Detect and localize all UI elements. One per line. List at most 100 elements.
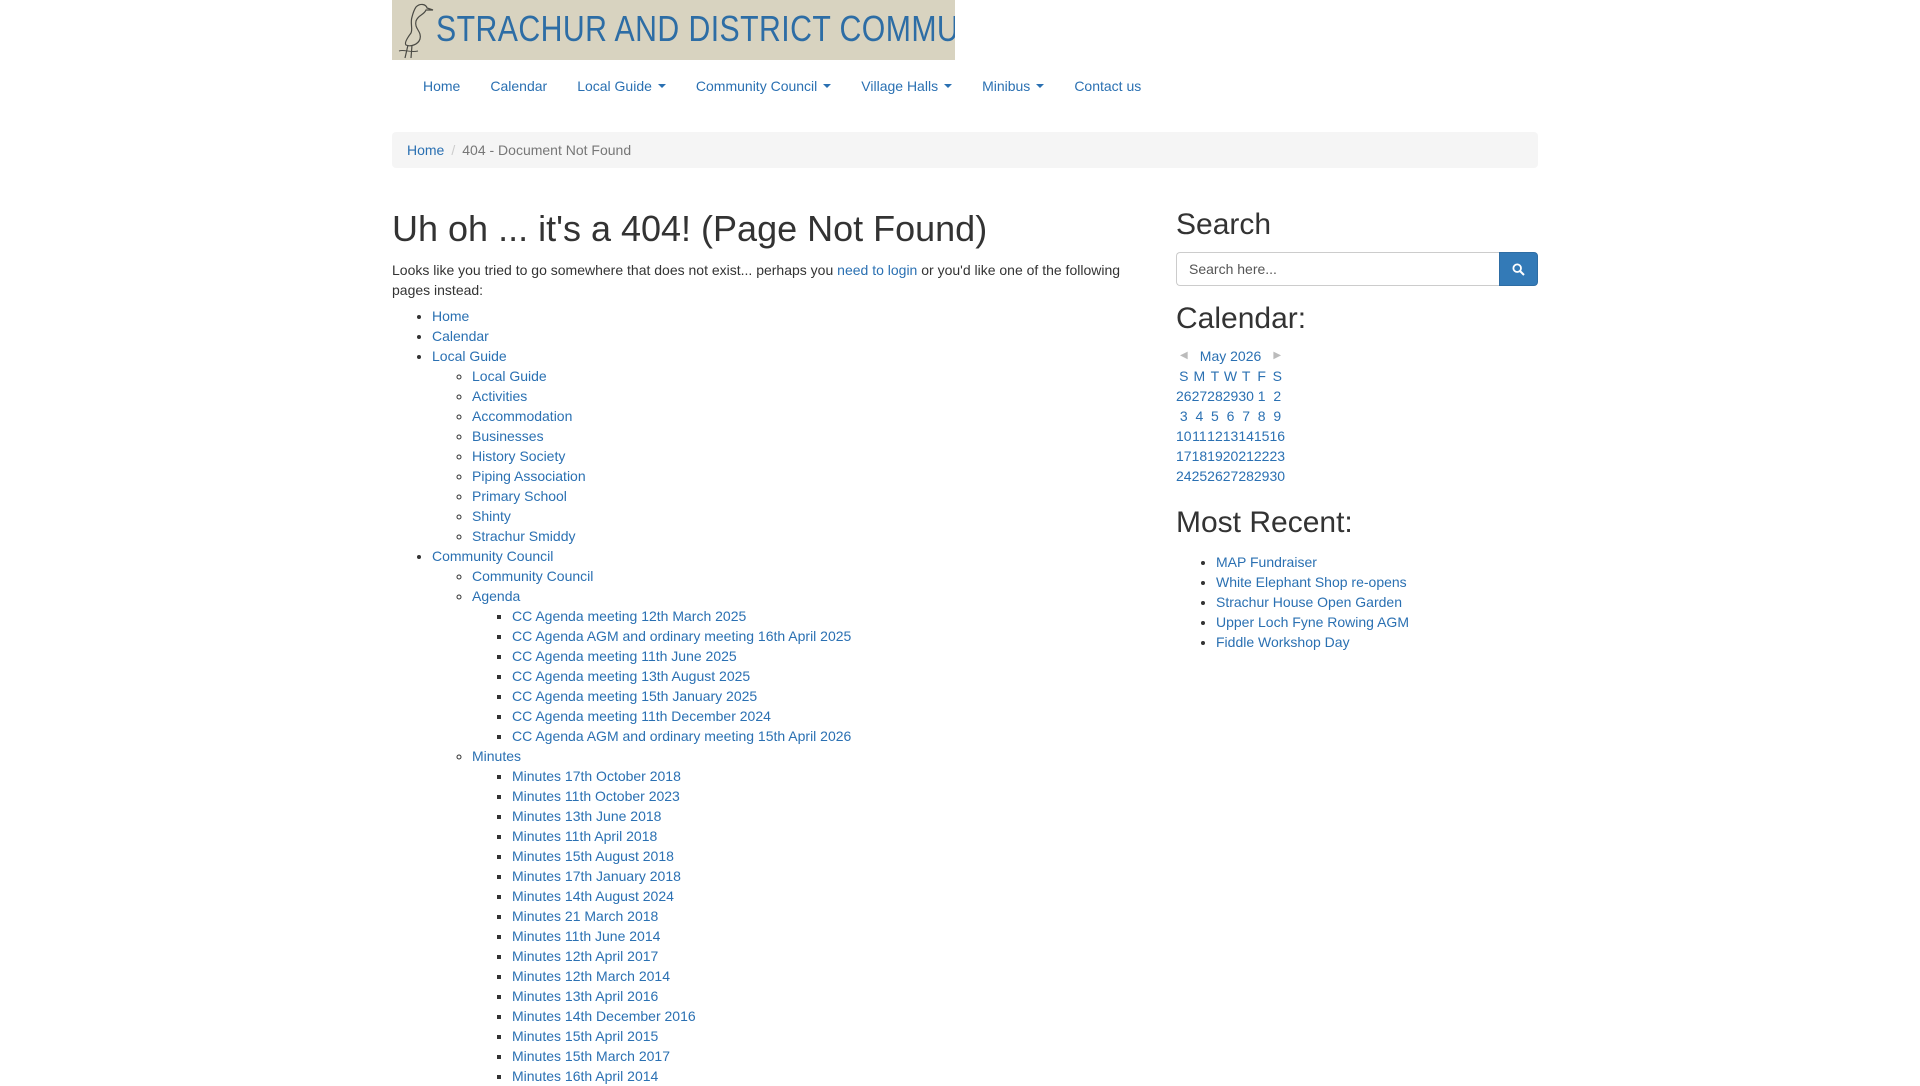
breadcrumb-home[interactable]: Home <box>407 142 444 158</box>
calendar-day[interactable]: 13 <box>1223 426 1239 446</box>
caret-right-icon[interactable]: ▶ <box>1269 346 1285 366</box>
calendar-day[interactable]: 6 <box>1223 406 1239 426</box>
sitemap-link[interactable]: Businesses <box>472 428 544 444</box>
calendar-day[interactable]: 8 <box>1254 406 1270 426</box>
sitemap-link[interactable]: Community Council <box>472 568 593 584</box>
sitemap-link[interactable]: Minutes 14th December 2016 <box>512 1008 696 1024</box>
sitemap-link[interactable]: Minutes 12th March 2014 <box>512 968 670 984</box>
calendar-day[interactable]: 30 <box>1238 386 1254 406</box>
search-heading: Search <box>1176 208 1272 241</box>
calendar-month-link[interactable]: May 2026 <box>1200 348 1261 364</box>
sitemap-link[interactable]: Local Guide <box>432 348 507 364</box>
calendar-month[interactable]: May 2026 <box>1192 346 1270 366</box>
sitemap-link[interactable]: Shinty <box>472 508 511 524</box>
sitemap-link[interactable]: Minutes 17th October 2018 <box>512 768 681 784</box>
calendar-day[interactable]: 24 <box>1176 466 1192 486</box>
search-button[interactable] <box>1499 252 1538 286</box>
sitemap-link[interactable]: Minutes 11th April 2018 <box>512 828 657 844</box>
sitemap-link[interactable]: Minutes 13th April 2016 <box>512 988 658 1004</box>
calendar-day[interactable]: 21 <box>1238 446 1254 466</box>
calendar-day[interactable]: 5 <box>1207 406 1223 426</box>
recent-link[interactable]: Fiddle Workshop Day <box>1216 634 1350 650</box>
sitemap-link[interactable]: History Society <box>472 448 565 464</box>
list-item: Minutes 15th August 2018 <box>512 846 1154 866</box>
list-item: Strachur Smiddy <box>472 526 1154 546</box>
recent-link[interactable]: White Elephant Shop re-opens <box>1216 574 1407 590</box>
sitemap-link[interactable]: Minutes 11th October 2023 <box>512 788 680 804</box>
sitemap-link[interactable]: Minutes <box>472 748 521 764</box>
sitemap-link[interactable]: CC Agenda meeting 13th August 2025 <box>512 668 750 684</box>
sitemap-link[interactable]: CC Agenda meeting 11th December 2024 <box>512 708 771 724</box>
calendar-day[interactable]: 23 <box>1269 446 1285 466</box>
list-item: CC Agenda meeting 11th December 2024 <box>512 706 1154 726</box>
nav-local-guide[interactable]: Local Guide <box>562 76 681 96</box>
calendar-day[interactable]: 29 <box>1254 466 1270 486</box>
calendar-day[interactable]: 3 <box>1176 406 1192 426</box>
calendar-day[interactable]: 12 <box>1207 426 1223 446</box>
calendar-day[interactable]: 9 <box>1269 406 1285 426</box>
calendar-day[interactable]: 1 <box>1254 386 1270 406</box>
sitemap-link[interactable]: Minutes 21 March 2018 <box>512 908 658 924</box>
sitemap-link[interactable]: CC Agenda meeting 12th March 2025 <box>512 608 746 624</box>
sitemap-link[interactable]: Calendar <box>432 328 489 344</box>
calendar-day[interactable]: 28 <box>1207 386 1223 406</box>
nav-minibus[interactable]: Minibus <box>967 76 1059 96</box>
sitemap-link[interactable]: Strachur Smiddy <box>472 528 575 544</box>
nav-village-halls[interactable]: Village Halls <box>846 76 967 96</box>
calendar-day[interactable]: 10 <box>1176 426 1192 446</box>
calendar-day[interactable]: 14 <box>1238 426 1254 446</box>
sitemap-link[interactable]: Accommodation <box>472 408 572 424</box>
sitemap-link[interactable]: Primary School <box>472 488 567 504</box>
calendar-day[interactable]: 19 <box>1207 446 1223 466</box>
calendar-day[interactable]: 2 <box>1269 386 1285 406</box>
calendar-day[interactable]: 11 <box>1192 426 1208 446</box>
calendar-day[interactable]: 27 <box>1223 466 1239 486</box>
sitemap-link[interactable]: Minutes 17th January 2018 <box>512 868 681 884</box>
calendar-day[interactable]: 15 <box>1254 426 1270 446</box>
recent-link[interactable]: Upper Loch Fyne Rowing AGM <box>1216 614 1409 630</box>
caret-left-icon[interactable]: ◀ <box>1176 346 1192 366</box>
calendar-day[interactable]: 20 <box>1223 446 1239 466</box>
nav-contact-us[interactable]: Contact us <box>1059 76 1156 96</box>
recent-link[interactable]: Strachur House Open Garden <box>1216 594 1402 610</box>
sitemap-link[interactable]: Minutes 15th April 2015 <box>512 1028 658 1044</box>
sitemap-link[interactable]: Piping Association <box>472 468 586 484</box>
calendar-day[interactable]: 28 <box>1238 466 1254 486</box>
nav-home[interactable]: Home <box>408 76 475 96</box>
calendar-day[interactable]: 18 <box>1192 446 1208 466</box>
sitemap-link[interactable]: Community Council <box>432 548 553 564</box>
sitemap-link[interactable]: CC Agenda meeting 11th June 2025 <box>512 648 737 664</box>
site-banner[interactable]: STRACHUR AND DISTRICT COMMUNITY <box>392 0 955 60</box>
sitemap-link[interactable]: Minutes 15th August 2018 <box>512 848 674 864</box>
calendar-day[interactable]: 22 <box>1254 446 1270 466</box>
calendar-day[interactable]: 16 <box>1269 426 1285 446</box>
sitemap-link[interactable]: Local Guide <box>472 368 547 384</box>
recent-link[interactable]: MAP Fundraiser <box>1216 554 1317 570</box>
sitemap-link[interactable]: Minutes 13th June 2018 <box>512 808 661 824</box>
sitemap-link[interactable]: Agenda <box>472 588 520 604</box>
sitemap-link[interactable]: Minutes 11th June 2014 <box>512 928 660 944</box>
calendar-day[interactable]: 26 <box>1207 466 1223 486</box>
sitemap-link[interactable]: Home <box>432 308 469 324</box>
sitemap-link[interactable]: Minutes 12th April 2017 <box>512 948 658 964</box>
sitemap-link[interactable]: Minutes 14th August 2024 <box>512 888 674 904</box>
sitemap-link[interactable]: Minutes 16th April 2014 <box>512 1068 658 1084</box>
sitemap-link[interactable]: Activities <box>472 388 527 404</box>
calendar-day[interactable]: 30 <box>1269 466 1285 486</box>
sitemap-link[interactable]: Minutes 15th March 2017 <box>512 1048 670 1064</box>
calendar-day[interactable]: 25 <box>1192 466 1208 486</box>
calendar-day[interactable]: 29 <box>1223 386 1239 406</box>
search-input[interactable] <box>1176 252 1499 286</box>
calendar-day[interactable]: 4 <box>1192 406 1208 426</box>
nav-community-council[interactable]: Community Council <box>681 76 846 96</box>
calendar-day[interactable]: 27 <box>1192 386 1208 406</box>
sitemap-link[interactable]: CC Agenda meeting 15th January 2025 <box>512 688 757 704</box>
sitemap-link[interactable]: CC Agenda AGM and ordinary meeting 15th … <box>512 728 851 744</box>
nav-calendar[interactable]: Calendar <box>475 76 562 96</box>
list-item: Minutes 11th October 2023 <box>512 786 1154 806</box>
login-link[interactable]: need to login <box>837 262 917 278</box>
sitemap-link[interactable]: CC Agenda AGM and ordinary meeting 16th … <box>512 628 851 644</box>
calendar-day[interactable]: 17 <box>1176 446 1192 466</box>
calendar-day[interactable]: 7 <box>1238 406 1254 426</box>
calendar-day[interactable]: 26 <box>1176 386 1192 406</box>
